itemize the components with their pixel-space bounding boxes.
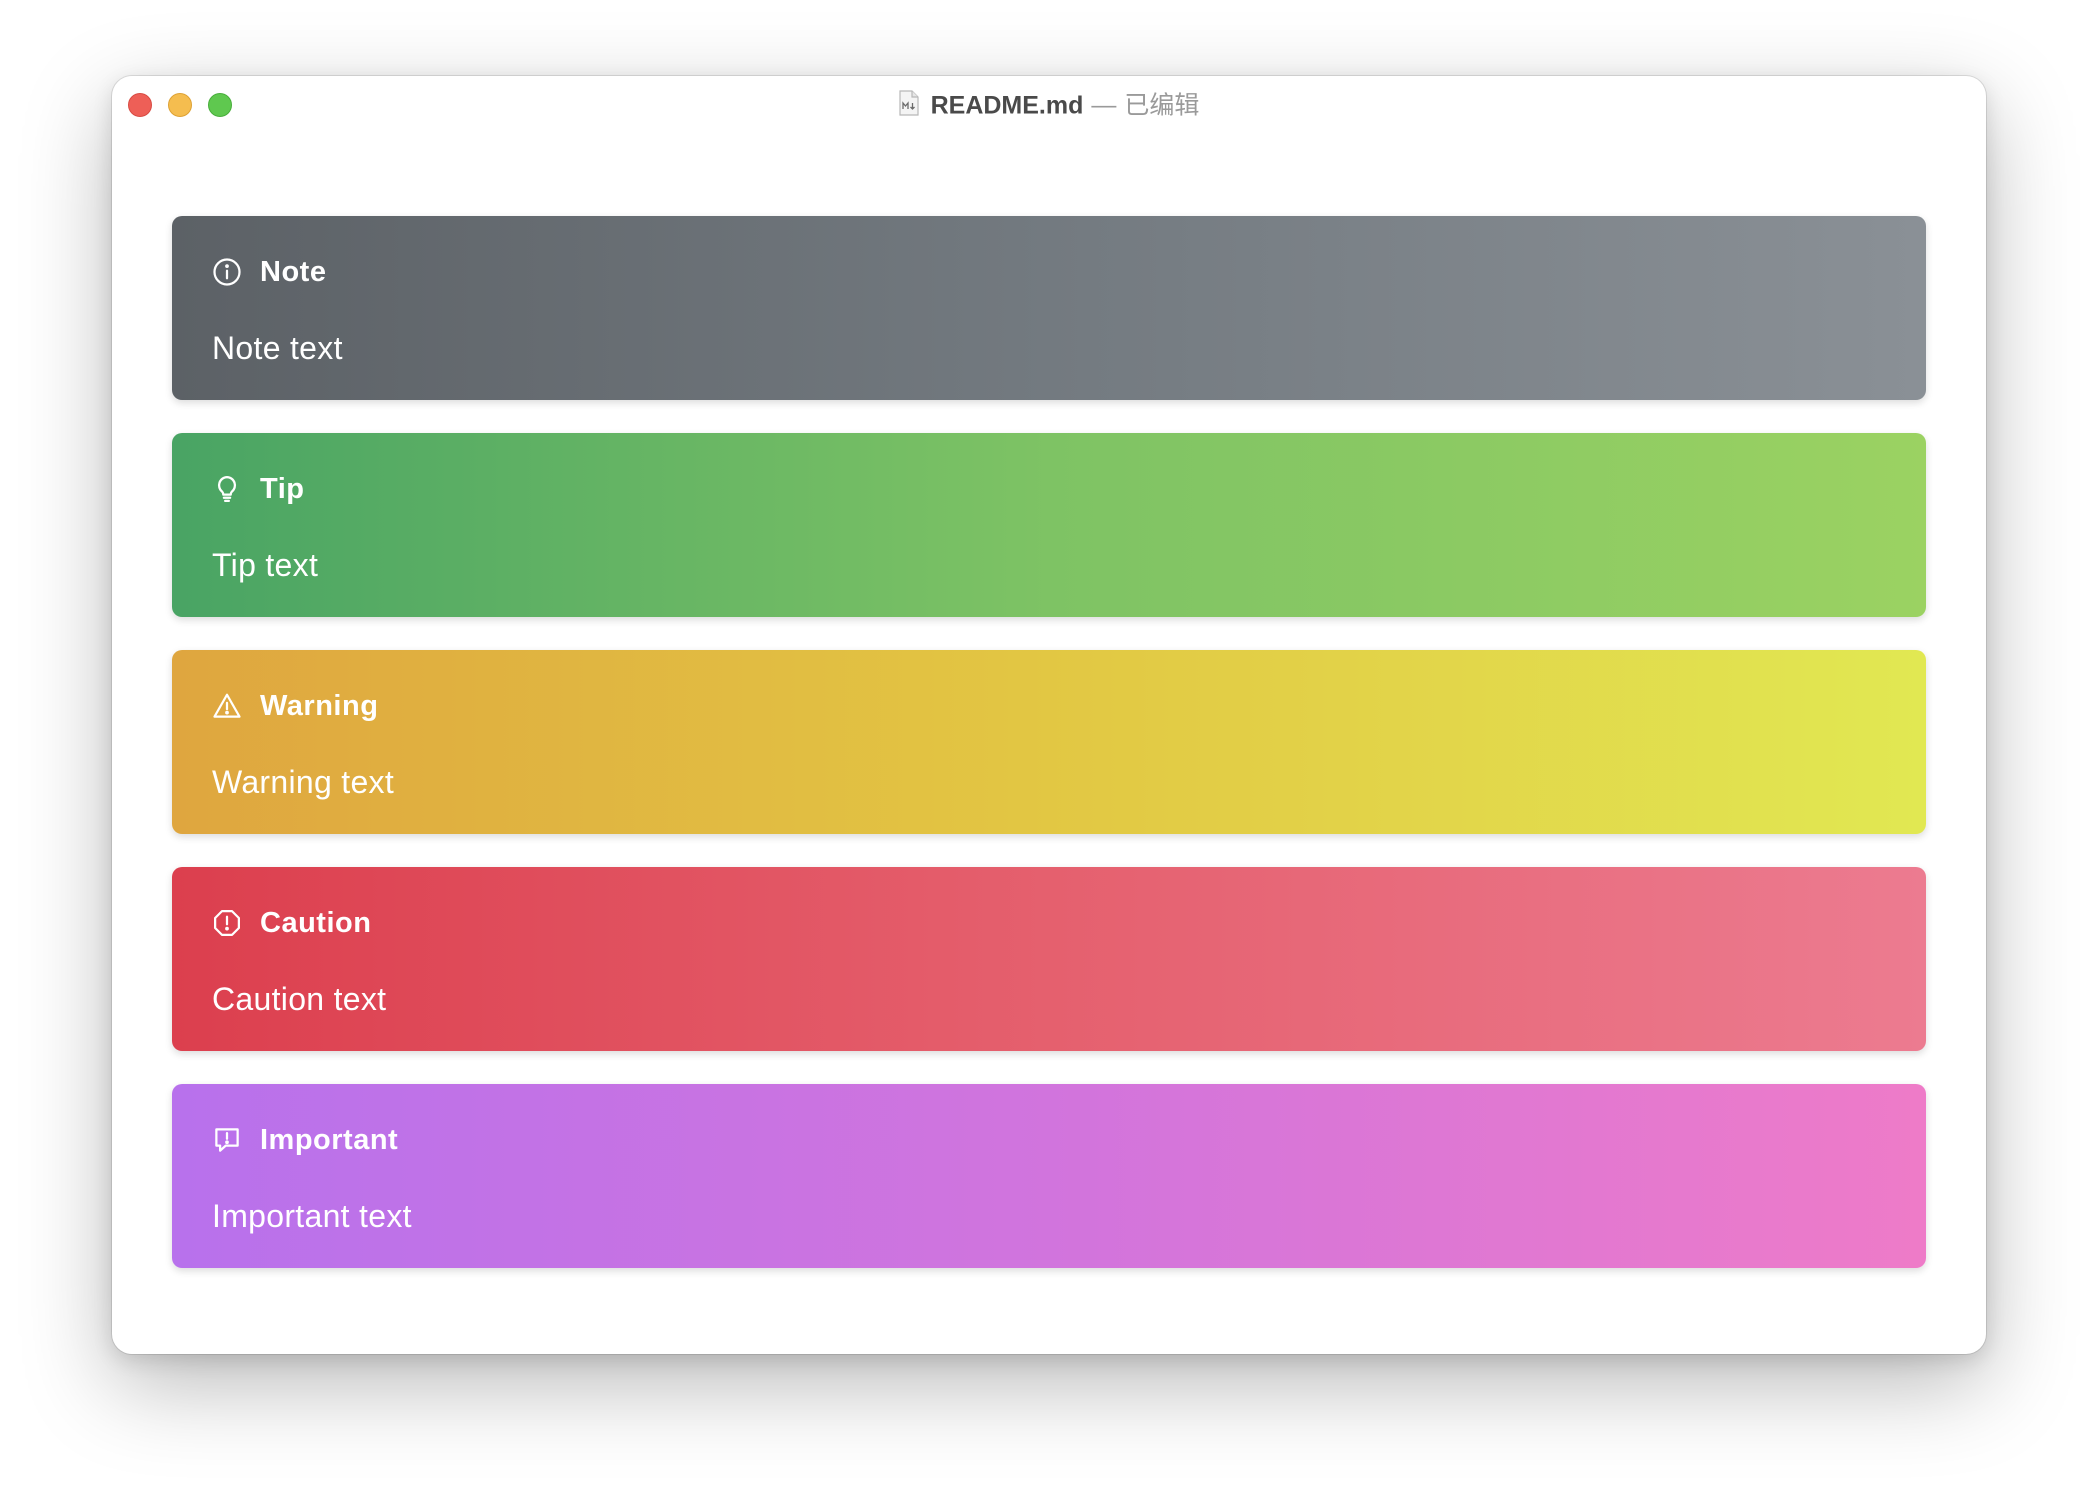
- important-callout: Important Important text: [172, 1084, 1926, 1268]
- window-title: README.md — 已编辑: [112, 88, 1986, 121]
- callout-text: Note text: [212, 330, 343, 366]
- callout-title: Important: [260, 1123, 399, 1156]
- markdown-file-icon[interactable]: [898, 90, 919, 116]
- callout-title: Caution: [260, 906, 372, 939]
- info-circle-icon: [213, 258, 241, 286]
- callout-header: Caution: [212, 905, 1886, 941]
- callout-header: Warning: [212, 688, 1886, 724]
- callout-text: Important text: [212, 1198, 412, 1234]
- note-callout: Note Note text: [172, 216, 1926, 400]
- document-name: README.md: [930, 91, 1084, 120]
- app-window: README.md — 已编辑 Note Note text Tip Tip t…: [112, 76, 1986, 1354]
- callout-text: Warning text: [212, 764, 395, 800]
- callout-title: Warning: [260, 689, 379, 722]
- callout-header: Tip: [212, 471, 1886, 507]
- edited-status: 已编辑: [1124, 91, 1200, 120]
- callout-title: Tip: [260, 472, 305, 505]
- callout-title: Note: [260, 255, 327, 288]
- comment-alert-icon: [215, 1128, 239, 1152]
- callout-header: Important: [212, 1122, 1886, 1158]
- lightbulb-icon: [217, 476, 237, 502]
- callout-header: Note: [212, 254, 1886, 290]
- desktop-background: README.md — 已编辑 Note Note text Tip Tip t…: [0, 0, 2098, 1502]
- title-separator: —: [1091, 91, 1117, 120]
- title-bar[interactable]: README.md — 已编辑: [112, 76, 1986, 132]
- warning-triangle-icon: [213, 693, 241, 718]
- callout-text: Tip text: [212, 547, 319, 583]
- caution-callout: Caution Caution text: [172, 867, 1926, 1051]
- document-content: Note Note text Tip Tip text Warning Warn…: [172, 216, 1926, 1301]
- tip-callout: Tip Tip text: [172, 433, 1926, 617]
- warning-callout: Warning Warning text: [172, 650, 1926, 834]
- alert-octagon-icon: [214, 910, 240, 936]
- callout-text: Caution text: [212, 981, 387, 1017]
